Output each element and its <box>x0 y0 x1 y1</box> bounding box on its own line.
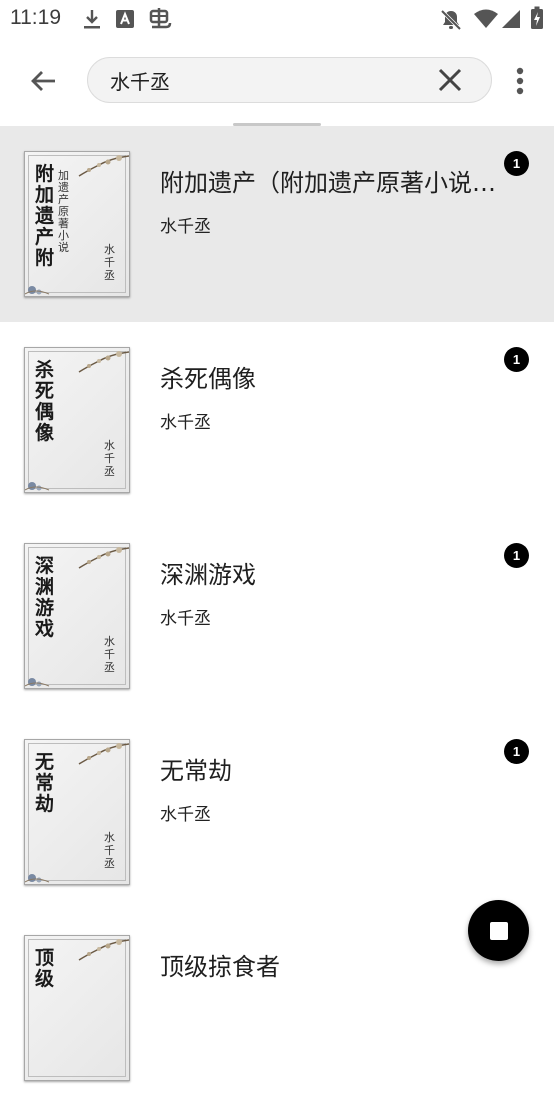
cover-title: 顶级 <box>35 947 55 990</box>
status-bar: 11:19 <box>0 0 554 38</box>
book-cover: 顶级 <box>24 935 130 1081</box>
cover-author: 水千丞 <box>104 439 115 478</box>
more-options-button[interactable] <box>508 62 532 100</box>
book-cover: 杀死偶像 水千丞 <box>24 347 130 493</box>
notifications-off-icon <box>440 9 462 35</box>
result-item[interactable]: 附加遗产附 加遗产原著小说 水千丞 附加遗产（附加遗产原著小说… 水千丞 1 <box>0 126 554 322</box>
search-input[interactable] <box>110 66 420 94</box>
count-badge: 1 <box>504 151 529 176</box>
book-author: 水千丞 <box>160 609 211 629</box>
download-icon <box>82 8 102 34</box>
flower-ornament-icon <box>25 286 50 295</box>
cover-title: 无常劫 <box>35 751 55 815</box>
count-badge: 1 <box>504 347 529 372</box>
cover-author: 水千丞 <box>104 243 115 282</box>
book-title: 无常劫 <box>160 757 232 785</box>
cover-title: 杀死偶像 <box>35 359 55 444</box>
book-title: 顶级掠食者 <box>160 953 280 981</box>
font-app-icon <box>116 10 134 32</box>
flower-ornament-icon <box>25 874 50 883</box>
blossom-branch-icon <box>78 743 129 765</box>
more-vert-icon <box>516 67 524 95</box>
cover-title: 附加遗产附 <box>35 163 55 269</box>
blossom-branch-icon <box>78 939 129 961</box>
book-title: 深渊游戏 <box>160 561 256 589</box>
cover-author: 水千丞 <box>104 635 115 674</box>
stop-icon <box>489 921 508 940</box>
bug-app-icon <box>146 6 172 36</box>
blossom-branch-icon <box>78 547 129 569</box>
cover-title: 深渊游戏 <box>35 555 55 640</box>
blossom-branch-icon <box>78 155 129 177</box>
result-item[interactable]: 深渊游戏 水千丞 深渊游戏 水千丞 1 <box>0 518 554 714</box>
book-author: 水千丞 <box>160 217 211 237</box>
status-time: 11:19 <box>10 6 61 29</box>
search-results-list: 附加遗产附 加遗产原著小说 水千丞 附加遗产（附加遗产原著小说… 水千丞 1 杀… <box>0 126 554 1106</box>
clear-search-button[interactable] <box>436 66 464 94</box>
close-icon <box>438 68 462 92</box>
search-box[interactable] <box>87 57 492 103</box>
arrow-back-icon <box>31 71 55 91</box>
book-title: 杀死偶像 <box>160 365 256 393</box>
battery-charging-icon <box>530 6 544 34</box>
book-author: 水千丞 <box>160 413 211 433</box>
book-cover: 深渊游戏 水千丞 <box>24 543 130 689</box>
result-item[interactable]: 无常劫 水千丞 无常劫 水千丞 1 <box>0 714 554 910</box>
book-cover: 无常劫 水千丞 <box>24 739 130 885</box>
book-author: 水千丞 <box>160 805 211 825</box>
book-cover: 附加遗产附 加遗产原著小说 水千丞 <box>24 151 130 297</box>
cover-subtitle: 加遗产原著小说 <box>58 169 69 254</box>
stop-fab-button[interactable] <box>468 900 529 961</box>
back-button[interactable] <box>22 60 64 102</box>
wifi-icon <box>473 9 499 33</box>
result-item[interactable]: 杀死偶像 水千丞 杀死偶像 水千丞 1 <box>0 322 554 518</box>
blossom-branch-icon <box>78 351 129 373</box>
count-badge: 1 <box>504 543 529 568</box>
book-title: 附加遗产（附加遗产原著小说… <box>160 169 496 197</box>
flower-ornament-icon <box>25 678 50 687</box>
flower-ornament-icon <box>25 482 50 491</box>
count-badge: 1 <box>504 739 529 764</box>
cell-signal-icon <box>501 9 521 33</box>
cover-author: 水千丞 <box>104 831 115 870</box>
